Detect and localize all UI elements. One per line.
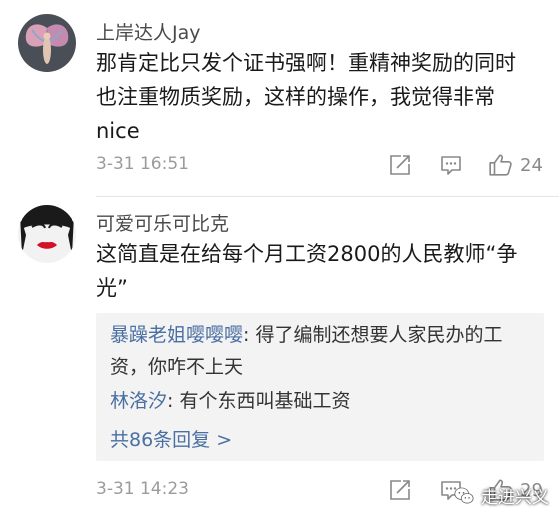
comment-bubble-icon bbox=[441, 156, 461, 175]
share-button[interactable] bbox=[388, 150, 412, 180]
watermark-text: 走进兴义 bbox=[481, 488, 549, 508]
reply-item[interactable]: 暴躁老姐嘤嘤嘤: 得了编制还想要人家民办的工资，你咋不上天 bbox=[110, 319, 530, 383]
reply-item[interactable]: 林洛汐: 有个东西叫基础工资 bbox=[110, 385, 530, 417]
share-edit-icon bbox=[390, 155, 410, 175]
reply-separator: : bbox=[243, 324, 256, 346]
share-button[interactable] bbox=[388, 475, 412, 505]
thumbs-up-icon bbox=[489, 154, 512, 176]
red-lips-avatar-icon bbox=[18, 205, 76, 263]
reply-author[interactable]: 暴躁老姐嘤嘤嘤 bbox=[110, 324, 243, 346]
user-avatar[interactable] bbox=[18, 205, 76, 263]
like-button[interactable]: 24 bbox=[488, 150, 543, 180]
comment-meta: 3-31 16:51 24 bbox=[96, 150, 546, 180]
wechat-logo-icon bbox=[454, 487, 474, 504]
comment-text: 这简直是在给每个月工资2800的人民教师“争光” bbox=[96, 242, 518, 300]
reply-separator: : bbox=[167, 390, 180, 412]
reply-author[interactable]: 林洛汐 bbox=[110, 390, 167, 412]
reply-button[interactable] bbox=[439, 150, 463, 180]
view-more-replies-link[interactable]: 共86条回复 > bbox=[110, 425, 232, 452]
user-avatar[interactable] bbox=[18, 14, 76, 72]
comment-text: 那肯定比只发个证书强啊！重精神奖励的同时也注重物质奖励，这样的操作，我觉得非常n… bbox=[96, 51, 516, 143]
comment-timestamp: 3-31 14:23 bbox=[96, 479, 189, 499]
comment-timestamp: 3-31 16:51 bbox=[96, 154, 189, 174]
reply-thread: 暴躁老姐嘤嘤嘤: 得了编制还想要人家民办的工资，你咋不上天 林洛汐: 有个东西叫… bbox=[96, 313, 544, 461]
comment-item: 上岸达人Jay 那肯定比只发个证书强啊！重精神奖励的同时也注重物质奖励，这样的操… bbox=[0, 0, 559, 196]
comment-username[interactable]: 可爱可乐可比克 bbox=[96, 209, 229, 236]
watermark: 走进兴义 bbox=[453, 483, 549, 508]
like-count: 24 bbox=[520, 154, 543, 176]
comment-username[interactable]: 上岸达人Jay bbox=[96, 18, 201, 45]
butterfly-wings-avatar-icon bbox=[18, 14, 76, 72]
reply-text: 有个东西叫基础工资 bbox=[179, 390, 351, 412]
share-edit-icon bbox=[390, 480, 410, 500]
comment-item: 可爱可乐可比克 这简直是在给每个月工资2800的人民教师“争光” 暴躁老姐嘤嘤嘤… bbox=[0, 197, 559, 522]
